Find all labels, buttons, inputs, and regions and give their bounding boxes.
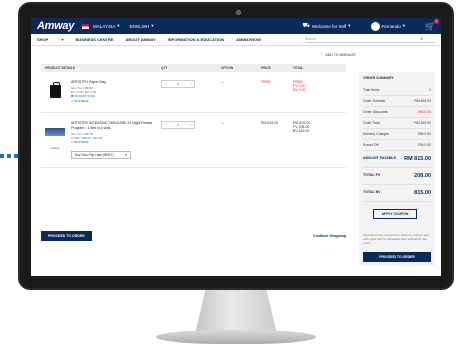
truck-icon: ⛟ — [302, 23, 311, 29]
summary-round-off: Round Off RM 0.00 — [363, 140, 431, 151]
apply-coupon-button[interactable]: APPLY COUPON — [373, 209, 417, 219]
order-summary-title: ORDER SUMMARY — [363, 76, 394, 80]
table-row: Delete ARTISTRY INTENSIVE SKINCARE 24 Ni… — [41, 113, 346, 168]
avatar — [370, 21, 380, 31]
summary-subtotal: Order Subtotal RM 815.00 — [363, 96, 431, 107]
stage: Amway MALAYSIA ▾ ENGLISH ▾ ⛟ Welcome for… — [0, 0, 472, 350]
chevron-down-icon: ▾ — [348, 23, 351, 28]
product-image[interactable] — [45, 121, 65, 143]
country-selector[interactable]: MALAYSIA ▾ — [82, 23, 119, 29]
header-product-details: PRODUCT DETAILS — [45, 66, 76, 70]
top-bar: Amway MALAYSIA ▾ ENGLISH ▾ ⛟ Welcome for… — [31, 18, 441, 34]
order-summary: ORDER SUMMARY Total Items 2 Order Subtota… — [359, 72, 435, 266]
stock-status: ✔ IN STOCK — [71, 140, 89, 144]
price-value: RM 815.00 — [261, 121, 279, 125]
minus-icon[interactable]: − — [164, 82, 166, 86]
total-bv: BV 0.00 — [293, 88, 306, 92]
monitor-screen: Amway MALAYSIA ▾ ENGLISH ▾ ⛟ Welcome for… — [31, 18, 441, 276]
total-bv: BV 815.00 — [293, 129, 310, 133]
summary-amount-payable: AMOUNT PAYABLE RM 815.00 — [363, 151, 431, 168]
minus-icon[interactable]: − — [164, 123, 166, 127]
quantity-value: 1 — [177, 123, 179, 127]
country-label: MALAYSIA — [93, 23, 116, 29]
proceed-to-order-button[interactable]: PROCEED TO ORDER — [41, 231, 92, 241]
option-value: — — [221, 121, 225, 125]
search-input[interactable]: Search ⌕ — [305, 36, 435, 43]
header-total: TOTAL — [293, 66, 304, 70]
cart-table: PRODUCT DETAILS QTY OPTION PRICE TOTAL A… — [41, 64, 346, 168]
quantity-stepper[interactable]: − 1 + — [161, 80, 195, 88]
table-header: PRODUCT DETAILS QTY OPTION PRICE TOTAL — [41, 64, 346, 72]
summary-total-pv: TOTAL PV 208.00 — [363, 168, 431, 185]
monitor-bezel: Amway MALAYSIA ▾ ENGLISH ▾ ⛟ Welcome for… — [18, 2, 454, 290]
nav-item-business-centre[interactable]: BUSINESS CENTRE — [75, 37, 113, 42]
language-selector[interactable]: ENGLISH ▾ — [129, 23, 153, 29]
price-value: FREE — [261, 80, 271, 84]
shop-for-selector[interactable]: ⛟ Welcome for Self ▾ — [302, 22, 350, 30]
quantity-value: 1 — [177, 82, 179, 86]
language-label: ENGLISH — [129, 23, 150, 29]
quantity-stepper[interactable]: − 1 + — [161, 121, 195, 129]
delete-link[interactable]: Delete — [51, 146, 60, 150]
payment-plan-value: Buy Now Pay Later (BNPL) — [75, 152, 114, 157]
chevron-down-icon: ▾ — [117, 23, 120, 28]
product-name[interactable]: ARTISTRY Paper Bag — [71, 80, 106, 85]
plus-icon[interactable]: + — [190, 82, 192, 86]
header-price: PRICE — [261, 66, 271, 70]
chevron-down-icon: ▾ — [402, 23, 406, 28]
cart-count-badge: 2 — [434, 18, 439, 24]
webcam-icon — [236, 10, 241, 15]
main-nav: SHOP ▾ BUSINESS CENTRE ABOUT AMWAY INFOR… — [31, 34, 441, 46]
flag-icon — [82, 23, 90, 29]
summary-order-total: Order Total RM 815.00 — [363, 118, 431, 129]
chevron-down-icon: ▾ — [151, 23, 154, 28]
summary-discounts: Order Discounts RM 0.00 — [363, 107, 431, 118]
header-option: OPTION — [221, 66, 234, 70]
user-name: Fernando — [381, 23, 401, 29]
plus-icon[interactable]: + — [190, 123, 192, 127]
nav-item-shop[interactable]: SHOP ▾ — [37, 37, 63, 42]
paper-bag-image — [49, 81, 61, 98]
search-placeholder: Search — [305, 37, 317, 41]
top-bar-right: ⛟ Welcome for Self ▾ Fernando ▾ 🛒 2 — [302, 18, 439, 31]
product-name[interactable]: ARTISTRY INTENSIVE SKINCARE 24 Night Ren… — [71, 121, 161, 131]
nav-item-amwaynow[interactable]: AMWAYNOW — [236, 37, 261, 42]
summary-proceed-button[interactable]: PROCEED TO ORDER — [363, 251, 431, 262]
summary-total-items: Total Items 2 — [363, 85, 431, 96]
stock-status: ✔ IN STOCK — [71, 99, 89, 103]
payment-plan-select[interactable]: Buy Now Pay Later (BNPL) ▾ — [71, 151, 131, 159]
search-icon[interactable]: ⌕ — [420, 36, 423, 42]
add-to-wishlist-link[interactable]: ♡ ADD TO WISHLIST — [320, 53, 356, 57]
header-qty: QTY — [161, 66, 168, 70]
summary-total-bv: TOTAL BV 815.00 — [363, 185, 431, 202]
monitor-neck — [195, 290, 277, 332]
table-row: ARTISTRY Paper Bag Item No: 105415 PV: 0… — [41, 72, 346, 113]
account-menu[interactable]: Fernando ▾ — [370, 21, 406, 31]
monitor-stand — [156, 330, 316, 344]
greeting-label: Welcome for Self — [312, 23, 347, 29]
chevron-down-icon: ▾ — [125, 152, 127, 157]
heart-icon: ♡ — [320, 53, 324, 57]
nav-item-about[interactable]: ABOUT AMWAY — [125, 37, 155, 42]
cart-actions: PROCEED TO ORDER Continue Shopping — [41, 231, 346, 241]
summary-delivery: Delivery Charges RM 0.00 — [363, 129, 431, 140]
option-value: — — [221, 80, 225, 84]
nav-item-info-education[interactable]: INFORMATION & EDUCATION — [168, 37, 225, 42]
summary-note: Final discounts, promotions, delivery ch… — [363, 233, 429, 246]
wishlist-label: ADD TO WISHLIST — [325, 53, 356, 57]
product-image[interactable] — [45, 80, 65, 102]
cart-button[interactable]: 🛒 2 — [425, 18, 439, 31]
amway-logo[interactable]: Amway — [37, 20, 74, 32]
continue-shopping-link[interactable]: Continue Shopping — [313, 234, 346, 238]
info-icon: ❶ — [71, 94, 74, 98]
skincare-box-image — [45, 128, 65, 136]
